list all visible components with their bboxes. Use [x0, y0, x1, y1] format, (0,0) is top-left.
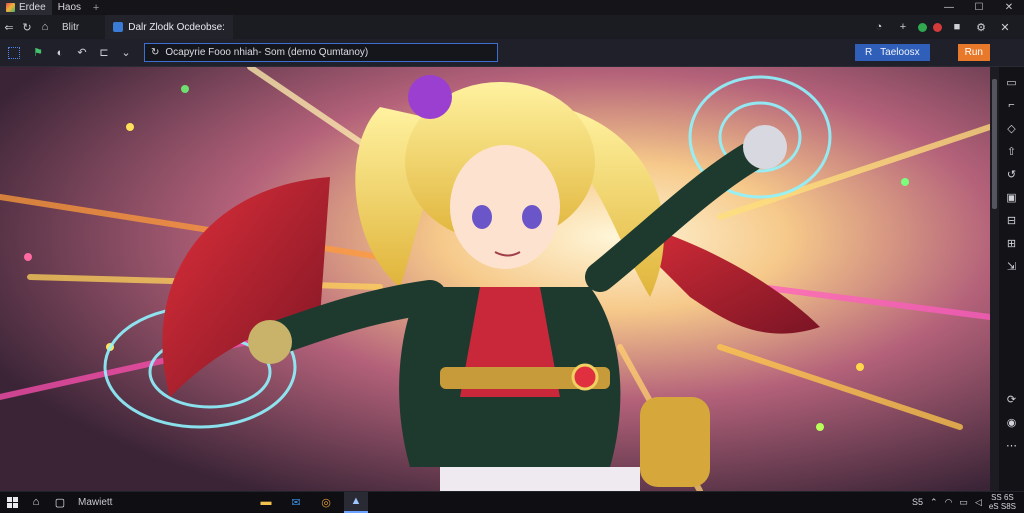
more-icon[interactable]: ⋯	[1005, 438, 1019, 452]
layers-icon[interactable]: ▭	[1005, 75, 1019, 89]
stop-icon[interactable]: ■	[948, 18, 966, 36]
taskbar: ⌂ ▢ Mawiett ▬ ✉ ◎ ▲ S5 ⌃ ◠ ▭ ◁ SS 6S eS …	[0, 491, 1024, 513]
help-icon[interactable]: ◔	[870, 18, 888, 36]
panel-icon[interactable]: ⊞	[1005, 236, 1019, 250]
close-window-button[interactable]: ✕	[994, 2, 1024, 13]
clock-date: eS S8S	[988, 502, 1016, 511]
user-icon[interactable]: ◉	[1005, 415, 1019, 429]
scrollbar-thumb[interactable]	[992, 79, 997, 209]
taskbar-search-label[interactable]: Mawiett	[78, 497, 168, 508]
mail-icon[interactable]: ✉	[284, 492, 308, 513]
knee-armor	[640, 397, 710, 487]
app-logo-icon	[6, 3, 15, 12]
record-icon[interactable]	[933, 22, 942, 32]
export-icon[interactable]: ⇲	[1005, 259, 1019, 273]
app-title: Blitr	[62, 21, 80, 33]
document-tab[interactable]: Dalr Zlodk Ocdeobse:	[105, 15, 233, 39]
start-button[interactable]	[0, 492, 24, 513]
title-bar: Erdee Haos + — ☐ ✕	[0, 0, 1024, 15]
flag-icon[interactable]: ⚑	[28, 43, 48, 63]
belt-gem	[571, 363, 599, 391]
window-tab-2-label: Haos	[57, 2, 82, 13]
maximize-button[interactable]: ☐	[964, 2, 994, 13]
tray-label: S5	[912, 497, 924, 507]
file-explorer-icon[interactable]: ▬	[254, 492, 278, 513]
address-bar[interactable]: ↻ Ocapyrie Fooo nhiah- Som (demo Qumtano…	[144, 43, 498, 62]
primary-action-label: Taeloosx	[880, 47, 920, 58]
home-icon[interactable]: ⌂	[36, 18, 54, 36]
window-tab-1-label: Erdee	[19, 2, 46, 13]
chevron-down-icon[interactable]: ⌄	[116, 43, 136, 63]
gauntlet-right	[743, 125, 787, 169]
sidebar-tools: ▭ ⌐ ◇ ⇧ ↺ ▣ ⊟ ⊞ ⇲ ⟳ ◉ ⋯	[999, 67, 1024, 491]
collapse-icon[interactable]: ⊟	[1005, 213, 1019, 227]
settings-icon[interactable]: ⚙	[972, 18, 990, 36]
clock-time: SS 6S	[991, 493, 1014, 502]
right-sidebar: ▭ ⌐ ◇ ⇧ ↺ ▣ ⊟ ⊞ ⇲ ⟳ ◉ ⋯	[990, 67, 1024, 491]
anime-illustration	[0, 67, 990, 491]
task-view-icon[interactable]: ▢	[48, 492, 72, 513]
document-tab-label: Dalr Zlodk Ocdeobse:	[128, 21, 225, 33]
run-button[interactable]: Run	[957, 44, 990, 61]
browser-icon[interactable]: ◎	[314, 492, 338, 513]
image-icon[interactable]: ▣	[1005, 190, 1019, 204]
nav-right-icons: ◔ + ■ ⚙ ✕	[870, 18, 1024, 36]
rotate-icon[interactable]: ↺	[1005, 167, 1019, 181]
shield-icon[interactable]	[918, 22, 927, 32]
pinned-apps: ▬ ✉ ◎ ▲	[254, 491, 368, 513]
plus-icon[interactable]: +	[894, 18, 912, 36]
windows-logo-icon	[6, 496, 18, 508]
back-icon[interactable]: ⇐	[0, 18, 18, 36]
chevron-icon[interactable]: ⌃	[930, 497, 938, 508]
window-controls: — ☐ ✕	[934, 2, 1024, 13]
crop-icon[interactable]: ⌐	[1005, 98, 1019, 112]
face	[450, 145, 560, 269]
hair-flower	[408, 75, 452, 119]
primary-action-icon: R	[864, 47, 873, 58]
navigation-row: ⇐ ↻ ⌂ Blitr Dalr Zlodk Ocdeobse: ◔ + ■ ⚙…	[0, 15, 1024, 39]
home-taskbar-icon[interactable]: ⌂	[24, 492, 48, 513]
vertical-scrollbar[interactable]	[990, 67, 999, 491]
refresh-icon[interactable]: ↻	[18, 18, 36, 36]
close-icon[interactable]: ✕	[996, 18, 1014, 36]
artwork-canvas[interactable]	[0, 67, 990, 491]
pin-icon[interactable]: ◐	[50, 43, 70, 63]
clock[interactable]: SS 6S eS S8S	[989, 493, 1016, 511]
window-tab-2[interactable]: Haos	[52, 0, 87, 15]
new-tab-button[interactable]: +	[87, 2, 105, 14]
toolbar: ⚑ ◐ ↶ ⊏ ⌄ ↻ Ocapyrie Fooo nhiah- Som (de…	[0, 39, 1024, 67]
eye-right	[522, 205, 542, 229]
grid-icon[interactable]	[8, 46, 20, 59]
frame-icon[interactable]: ⊏	[94, 43, 114, 63]
link-icon: ↻	[151, 47, 160, 58]
window-tab-1[interactable]: Erdee	[0, 0, 52, 15]
sync-icon[interactable]: ⟳	[1005, 392, 1019, 406]
wifi-icon[interactable]: ◠	[945, 497, 953, 508]
eye-left	[472, 205, 492, 229]
diamond-icon[interactable]: ◇	[1005, 121, 1019, 135]
editor-app-icon[interactable]: ▲	[344, 491, 368, 513]
volume-icon[interactable]: ◁	[975, 497, 982, 508]
pants	[440, 467, 640, 491]
gauntlet-left	[248, 320, 292, 364]
primary-action-button[interactable]: R Taeloosx	[854, 44, 930, 61]
undo-icon[interactable]: ↶	[72, 43, 92, 63]
toolbar-actions: R Taeloosx Run	[854, 44, 1024, 61]
battery-icon[interactable]: ▭	[959, 497, 968, 508]
document-icon	[113, 22, 124, 32]
minimize-button[interactable]: —	[934, 2, 964, 13]
up-arrow-icon[interactable]: ⇧	[1005, 144, 1019, 158]
address-value: Ocapyrie Fooo nhiah- Som (demo Qumtanoy)	[165, 47, 369, 58]
system-tray: S5 ⌃ ◠ ▭ ◁ SS 6S eS S8S	[912, 493, 1024, 511]
